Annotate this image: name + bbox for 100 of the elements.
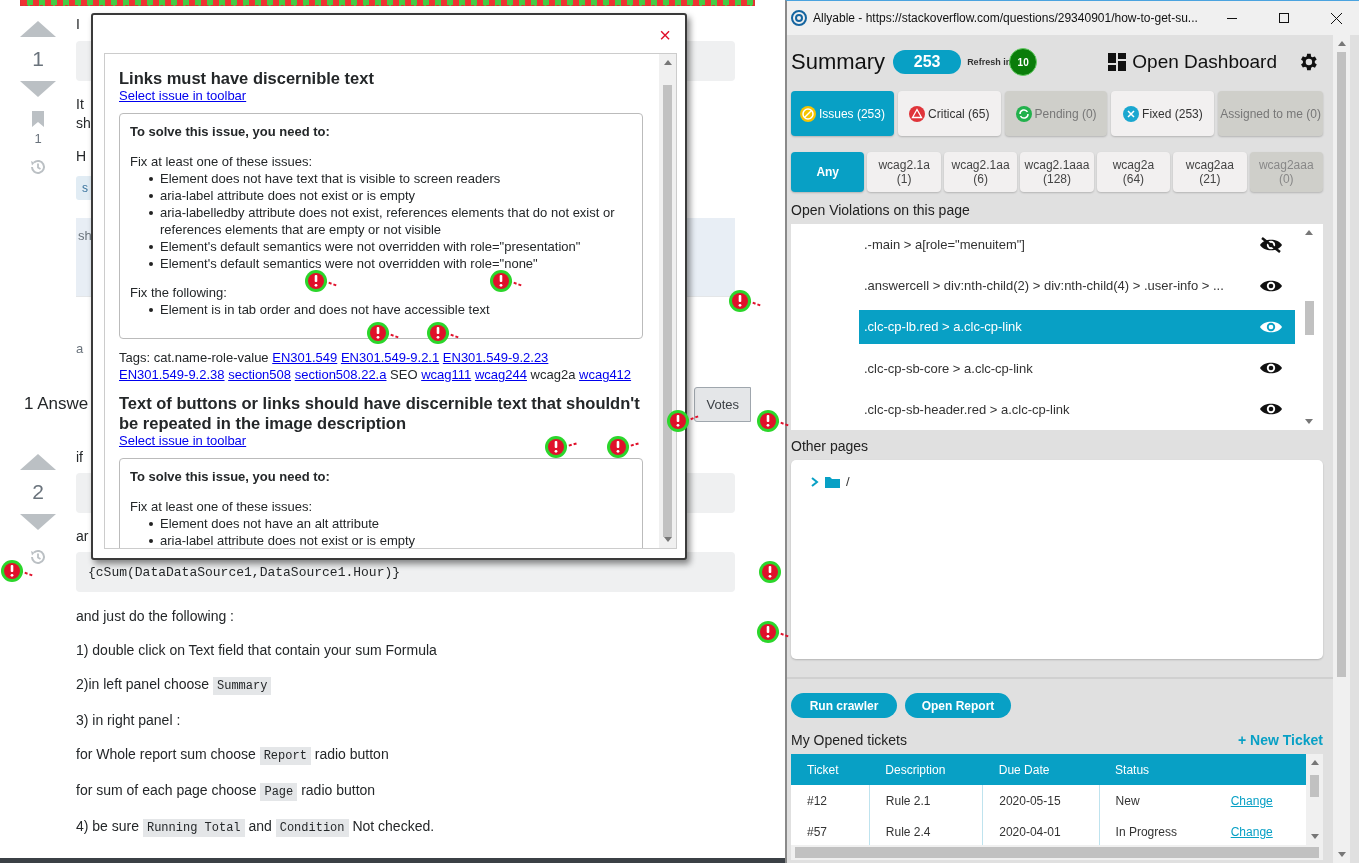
summary-heading: Summary	[791, 49, 886, 75]
alert-marker-icon[interactable]	[756, 409, 792, 433]
tag-link[interactable]: section508	[228, 367, 292, 382]
post-meta: a	[76, 340, 84, 358]
tag-link[interactable]: EN301.549-9.2.1	[340, 350, 440, 365]
section-heading: Open Violations on this page	[791, 202, 971, 218]
alert-marker-icon[interactable]	[756, 620, 792, 644]
alert-marker-icon[interactable]	[366, 321, 402, 345]
tags-label: Tags:	[119, 350, 151, 365]
answer-text: for Whole report sum choose Report radio button	[76, 745, 389, 766]
violation-selector: .clc-cp-sb-header.red > a.clc-cp-link	[864, 401, 1070, 417]
app-logo-icon	[791, 10, 807, 26]
filter-tab[interactable]: Critical (65)	[897, 91, 1001, 136]
answers-heading: 1 Answe	[24, 394, 89, 414]
violation-item[interactable]: .answercell > div:nth-child(2) > div:nth-child(4) > .user-info > ...	[859, 268, 1295, 303]
fix-item: aria-labelledby attribute does not exist, references elements that do not exist or references elements that are empty or not visible	[146, 204, 632, 238]
tag-link[interactable]: section508.22.a	[294, 367, 387, 382]
close-icon	[1330, 12, 1342, 24]
violation-selector: .clc-cp-lb.red > a.clc-cp-link	[864, 319, 1022, 335]
tools-icon	[1123, 105, 1140, 122]
tag-link[interactable]: EN301.549	[272, 350, 338, 365]
horizontal-scrollbar[interactable]	[791, 845, 1323, 860]
table-cell: #12	[791, 785, 870, 816]
select-issue-link[interactable]: Select issue in toolbar	[119, 433, 247, 448]
filter-tab[interactable]: Fixed (253)	[1111, 91, 1215, 136]
post-text: It	[76, 95, 84, 114]
section-heading: Other pages	[791, 438, 870, 454]
group-heading: Fix the following:	[130, 284, 228, 301]
post-text: ar	[76, 527, 89, 546]
fix-item: Element does not have an alt attribute	[146, 515, 632, 532]
answer-text: 1) double click on Text field that contain your sum Formula	[76, 641, 437, 660]
block-icon	[799, 105, 816, 122]
issue-count: 253	[893, 50, 962, 74]
maximize-icon	[1279, 13, 1289, 23]
alert-marker-icon[interactable]	[489, 269, 525, 293]
tag-text: SEO	[390, 367, 418, 382]
alert-marker-icon[interactable]	[606, 435, 642, 459]
fix-item: aria-label attribute does not exist or is empty	[146, 532, 632, 548]
answer-text: and just do the following :	[76, 607, 234, 626]
column-header: Description	[869, 754, 983, 785]
post-text: I	[76, 15, 80, 34]
violation-selector: .clc-cp-sb-core > a.clc-cp-link	[864, 360, 1033, 376]
column-header: Due Date	[982, 754, 1100, 785]
table-cell: New	[1099, 785, 1215, 816]
alert-marker-icon[interactable]	[426, 321, 462, 345]
minimize-icon	[1227, 17, 1237, 19]
fix-item: Element does not have text that is visible to screen readers	[146, 170, 632, 187]
refresh-timer: 10	[1009, 48, 1038, 76]
level-tab[interactable]: wcag2.1aa (6)	[943, 152, 1018, 192]
scrollbar[interactable]	[1333, 35, 1350, 863]
level-tab[interactable]: wcag2.1aaa (128)	[1020, 152, 1094, 192]
tag-link[interactable]: wcag244	[474, 367, 527, 382]
fix-item: aria-label attribute does not exist or is empty	[146, 187, 632, 204]
answer-text: for sum of each page choose Page radio button	[76, 781, 376, 802]
dashboard-icon	[1108, 53, 1127, 71]
violation-item[interactable]: .clc-cp-sb-core > a.clc-cp-link	[859, 351, 1295, 386]
column-header: Status	[1099, 754, 1215, 785]
alert-marker-icon[interactable]	[0, 559, 36, 583]
violation-item[interactable]: .-main > a[role="menuitem"]	[859, 227, 1295, 262]
folder-icon	[825, 475, 840, 488]
fix-item: Element's default semantics were not overridden with role="none"	[146, 255, 632, 272]
open-dashboard-button[interactable]: Open Dashboard	[1108, 51, 1277, 73]
alert-marker-icon[interactable]	[304, 269, 340, 293]
eye-slash-icon[interactable]	[1259, 236, 1283, 253]
level-tab[interactable]: wcag2a (64)	[1096, 152, 1171, 192]
tag-text: cat.name-role-value	[153, 350, 269, 365]
scrollbar[interactable]	[659, 54, 676, 548]
alert-marker-icon[interactable]	[728, 289, 764, 313]
post-text: sh	[76, 114, 91, 133]
table-cell: Rule 2.1	[869, 785, 983, 816]
bookmark-count: 1	[34, 131, 42, 146]
tag-text: wcag2a	[530, 367, 576, 382]
alert-marker-icon[interactable]	[544, 435, 580, 459]
close-button[interactable]: ×	[659, 23, 671, 47]
group-heading: Fix at least one of these issues:	[130, 153, 314, 170]
answer-text: 3) in right panel :	[76, 711, 181, 730]
scrollbar[interactable]	[1306, 754, 1323, 845]
tag-link[interactable]: EN301.549-9.2.38	[119, 367, 225, 382]
select-issue-link[interactable]: Select issue in toolbar	[119, 88, 247, 103]
sort-button[interactable]: Votes	[694, 386, 751, 422]
table-cell: 2020-05-15	[982, 785, 1100, 816]
post-text: if	[76, 448, 83, 467]
table-cell: #57	[791, 816, 870, 845]
violation-item[interactable]: .clc-cp-sb-header.red > a.clc-cp-link	[859, 392, 1295, 427]
violation-selector: .answercell > div:nth-child(2) > div:nth-child(4) > .user-info > ...	[864, 278, 1224, 294]
answer-text: 2)in left panel choose Summary	[76, 675, 272, 696]
chevron-icon	[811, 476, 819, 487]
warning-icon	[909, 105, 926, 122]
answer-text: 4) be sure Running Total and Condition Not checked.	[76, 817, 435, 838]
refresh-icon	[1015, 105, 1032, 122]
fix-item: Element is in tab order and does not have accessible text	[146, 301, 632, 318]
issue-title: Text of buttons or links should have discernible text that shouldn't be repeated in the image description	[119, 393, 641, 433]
solution-heading: To solve this issue, you need to:	[130, 124, 331, 139]
vote-count: 2	[32, 480, 44, 504]
level-tab[interactable]: wcag2aa (21)	[1173, 152, 1247, 192]
level-tab[interactable]: wcag2.1a (1)	[867, 152, 941, 192]
tag-link[interactable]: EN301.549-9.2.23	[442, 350, 549, 365]
tree-node[interactable]: /	[811, 474, 850, 489]
tag-link[interactable]: wcag412	[579, 367, 632, 382]
tag-link[interactable]: wcag111	[421, 367, 472, 382]
